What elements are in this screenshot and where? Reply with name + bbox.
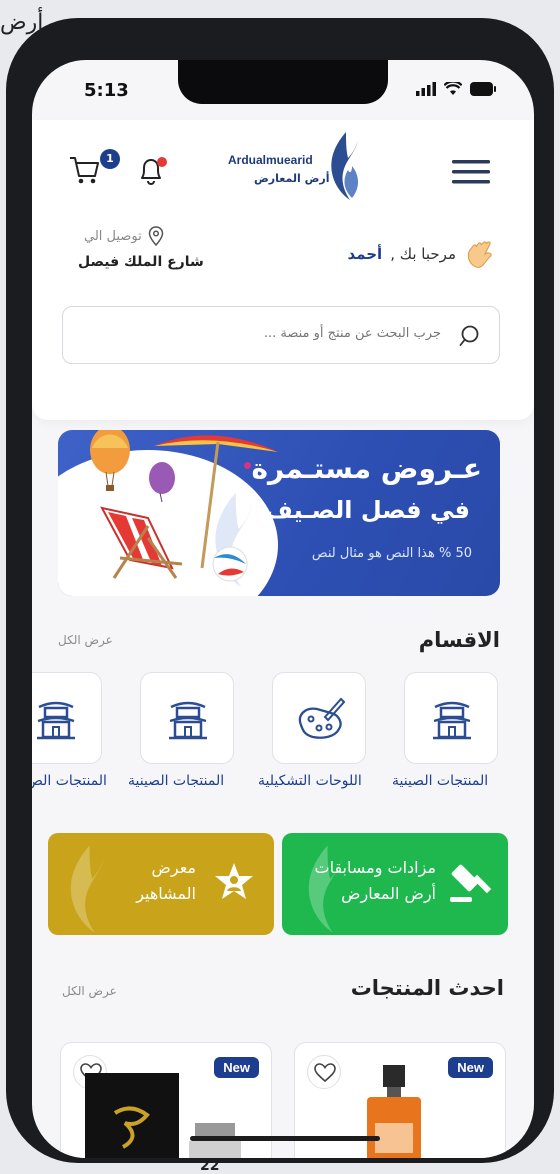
- logo-text-en: Ardualmuearid: [228, 153, 313, 167]
- gavel-icon: [450, 864, 492, 902]
- search-placeholder: جرب البحث عن منتج أو منصة ...: [263, 326, 441, 341]
- star-person-icon: [215, 863, 253, 899]
- categories-see-all-link[interactable]: عرض الكل: [58, 633, 113, 647]
- auctions-line1: مزادات ومسابقات: [314, 858, 437, 877]
- new-badge: New: [448, 1057, 493, 1078]
- banner-title-line2: في فصل الصـيف: [265, 496, 470, 524]
- cart-icon: [70, 157, 99, 184]
- hamburger-menu-icon: [452, 160, 490, 184]
- latest-see-all-link[interactable]: عرض الكل: [62, 984, 117, 998]
- celebrities-promo-text: معرض المشاهير: [136, 855, 196, 907]
- celebrities-line1: معرض: [151, 858, 196, 877]
- cart-count-badge: 1: [100, 149, 120, 169]
- auctions-promo-text: مزادات ومسابقات أرض المعارض: [315, 855, 437, 907]
- category-label-3: المنتجات الصينية: [128, 773, 225, 789]
- banner-subtitle: 50 % هذا النص هو مثال لنص: [311, 546, 472, 561]
- user-name: أحمد: [347, 245, 383, 263]
- banner-dot: [244, 462, 251, 469]
- auctions-line2: أرض المعارض: [341, 884, 436, 903]
- notch: [178, 60, 388, 104]
- deliver-label: توصيل الي: [84, 228, 142, 244]
- favorite-button[interactable]: [307, 1055, 341, 1089]
- deliver-address: شارع الملك فيصل: [78, 254, 204, 270]
- category-label-2: اللوحات التشكيلية: [258, 773, 362, 789]
- category-card-chinese-products[interactable]: [404, 672, 498, 764]
- phone-frame: 5:13 1 Ardualmuearid أرض المعارض مرحبا ب…: [6, 18, 554, 1163]
- perfume-bottle-image: [367, 1065, 421, 1158]
- home-indicator: [190, 1136, 380, 1141]
- search-bar[interactable]: جرب البحث عن منتج أو منصة ...: [62, 306, 500, 364]
- app-screen: 5:13 1 Ardualmuearid أرض المعارض مرحبا ب…: [32, 60, 534, 1158]
- notifications-button[interactable]: [134, 154, 170, 192]
- system-icons: [416, 82, 496, 96]
- menu-button[interactable]: [452, 158, 490, 190]
- banner-title-line1: عـروض مستـمرة: [251, 452, 482, 485]
- search-icon: [459, 325, 479, 346]
- category-card-paintings[interactable]: [272, 672, 366, 764]
- category-card-chinese-products-3[interactable]: [32, 672, 102, 764]
- celebrities-promo-card[interactable]: معرض المشاهير: [48, 833, 274, 935]
- pagoda-icon: [433, 701, 471, 740]
- categories-title: الاقسام: [418, 628, 500, 652]
- celebrities-line2: المشاهير: [136, 884, 196, 903]
- location-pin-icon: [148, 226, 163, 246]
- heart-icon: [314, 1063, 336, 1083]
- status-time: 5:13: [84, 80, 129, 101]
- wifi-icon: [444, 82, 462, 95]
- latest-products-title: احدث المنتجات: [350, 976, 504, 1000]
- cart-button[interactable]: [68, 154, 102, 190]
- category-label-4: المنتجات الص: [32, 773, 107, 789]
- logo-flame-icon: [331, 132, 358, 200]
- pagoda-icon: [37, 701, 75, 740]
- auctions-promo-card[interactable]: مزادات ومسابقات أرض المعارض: [282, 833, 508, 935]
- promo-logo-watermark: [70, 845, 105, 933]
- palette-icon: [298, 697, 346, 739]
- greeting-prefix: مرحبا بك ,: [390, 245, 456, 263]
- battery-icon: [470, 82, 496, 96]
- bell-icon: [141, 157, 167, 185]
- summer-offers-banner[interactable]: عـروض مستـمرة في فصل الصـيف 50 % هذا الن…: [58, 430, 500, 596]
- logo-text-ar: أرض المعارض: [254, 172, 330, 185]
- category-label-1: المنتجات الصينية: [392, 773, 489, 789]
- pagoda-icon: [169, 701, 207, 740]
- greeting: مرحبا بك , أحمد: [348, 238, 499, 270]
- perfume-box-image: [85, 1073, 241, 1158]
- category-card-chinese-products-2[interactable]: [140, 672, 234, 764]
- waving-hand-icon: [467, 241, 492, 268]
- signal-icon: [416, 82, 436, 96]
